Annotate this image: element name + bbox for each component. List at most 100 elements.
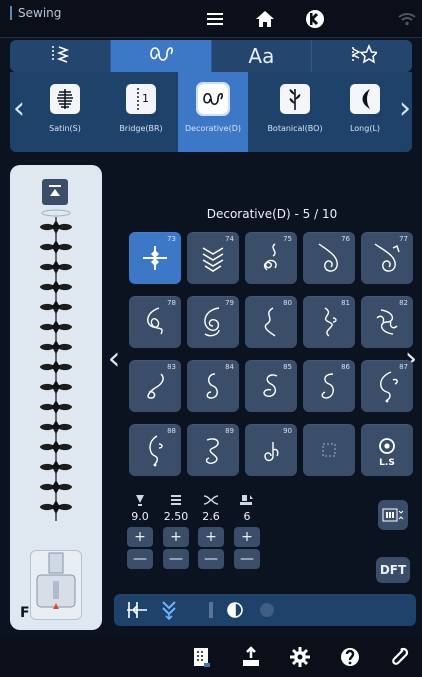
stitch-length-minus-button[interactable]: —	[163, 549, 189, 569]
pattern-tile-79[interactable]: 79	[187, 296, 239, 348]
bridge-stitch-icon: 1	[126, 84, 156, 114]
pattern-tile-empty	[303, 424, 355, 476]
stitch-77-icon	[374, 243, 400, 272]
pattern-tile-73[interactable]: 73	[129, 232, 181, 284]
stitch-preview-panel: F	[10, 165, 102, 630]
memory-icon	[260, 603, 274, 617]
tension-minus-button[interactable]: —	[198, 549, 224, 569]
category-botanical[interactable]: Botanical(BO)	[260, 84, 330, 144]
category-satin-label: Satin(S)	[49, 124, 81, 133]
presser-foot-pressure-minus-button[interactable]: —	[234, 549, 260, 569]
stitch-89-icon	[205, 438, 219, 465]
stitch-84-icon	[206, 373, 218, 399]
elongation-icon	[209, 602, 213, 618]
presser-foot-pressure-control: 6 + —	[232, 492, 262, 582]
stitch-86-icon	[321, 373, 334, 399]
stitch-memory-button[interactable]	[378, 500, 408, 530]
stitch-preview	[10, 165, 102, 545]
satin-stitch-icon	[50, 84, 80, 114]
stitch-length-value: 2.50	[163, 510, 189, 523]
pattern-tile-87[interactable]: 87	[361, 360, 413, 412]
stitch-82-icon	[376, 309, 398, 335]
category-next-arrow-icon[interactable]: ›	[398, 94, 412, 126]
category-long[interactable]: Long(L)	[330, 84, 400, 144]
alphabet-tab-label: Aa	[248, 44, 275, 68]
stitch-88-icon	[149, 435, 163, 467]
stitch-76-icon	[318, 243, 338, 272]
stitch-83-icon	[147, 373, 164, 399]
stitch-90-icon	[264, 442, 279, 462]
memory-tool	[252, 598, 282, 622]
pattern-tile-76[interactable]: 76	[303, 232, 355, 284]
mode-tabs: Aa	[10, 40, 412, 72]
home-icon[interactable]	[250, 4, 280, 34]
top-bar: Sewing	[0, 0, 422, 38]
stitch-78-icon	[147, 307, 163, 335]
mirror-vertical-icon	[162, 601, 176, 620]
pattern-tile-84[interactable]: 84	[187, 360, 239, 412]
pattern-tile-90[interactable]: 90	[245, 424, 297, 476]
stitch-width-minus-button[interactable]: —	[127, 549, 153, 569]
help-icon[interactable]	[335, 643, 365, 671]
pattern-tile-78[interactable]: 78	[129, 296, 181, 348]
tension-icon	[202, 492, 220, 508]
category-prev-arrow-icon[interactable]: ‹	[12, 94, 26, 126]
category-decorative[interactable]: Decorative(D)	[178, 72, 248, 152]
back-icon[interactable]	[300, 4, 330, 34]
mirror-horizontal-tool[interactable]	[122, 598, 152, 622]
stitch-pattern-preview-icon	[40, 209, 72, 521]
decorative-stitches-tab[interactable]	[110, 40, 212, 72]
sewing-mode-icon[interactable]	[186, 643, 216, 671]
upload-icon[interactable]	[236, 643, 266, 671]
favorites-tab[interactable]	[312, 40, 412, 72]
presser-foot-image-icon	[30, 550, 82, 620]
stitch-80-icon	[264, 307, 276, 337]
stitch-74-icon	[202, 247, 224, 272]
category-long-label: Long(L)	[349, 124, 381, 133]
stitch-81-icon	[324, 307, 337, 337]
category-bridge[interactable]: 1 Bridge(BR)	[106, 84, 176, 144]
mirror-toggle-icon	[227, 602, 243, 618]
pattern-tile-88[interactable]: 88	[129, 424, 181, 476]
pattern-tile-82[interactable]: 82	[361, 296, 413, 348]
category-botanical-label: Botanical(BO)	[267, 124, 323, 133]
svg-text:1: 1	[142, 92, 149, 105]
presser-foot-pressure-plus-button[interactable]: +	[234, 527, 260, 547]
pattern-tile-85[interactable]: 85	[245, 360, 297, 412]
stitch-73-icon	[143, 246, 167, 270]
ls-label: L.S	[379, 458, 395, 468]
wifi-icon	[392, 4, 422, 34]
pattern-tile-86[interactable]: 86	[303, 360, 355, 412]
default-settings-button[interactable]: DFT	[376, 557, 410, 583]
pattern-tile-74[interactable]: 74	[187, 232, 239, 284]
stitch-length-plus-button[interactable]: +	[163, 527, 189, 547]
stitch-width-value: 9.0	[131, 510, 149, 523]
maintenance-wrench-icon[interactable]	[385, 643, 415, 671]
pattern-tile-89[interactable]: 89	[187, 424, 239, 476]
stitch-memory-icon	[382, 508, 404, 522]
pattern-tile-83[interactable]: 83	[129, 360, 181, 412]
stitch-length-icon	[168, 492, 184, 508]
presser-foot-pressure-value: 6	[243, 510, 251, 523]
alphabet-tab[interactable]: Aa	[212, 40, 313, 72]
pattern-tile-81[interactable]: 81	[303, 296, 355, 348]
mirror-horizontal-icon	[127, 602, 147, 618]
ls-button[interactable]: L.S	[361, 424, 413, 476]
settings-icon[interactable]	[285, 643, 315, 671]
tension-control: 2.6 + —	[196, 492, 226, 582]
pattern-tile-80[interactable]: 80	[245, 296, 297, 348]
presser-foot-pressure-icon	[238, 492, 256, 508]
mirror-vertical-tool[interactable]	[154, 598, 184, 622]
decorative-stitch-icon	[147, 44, 175, 69]
pattern-prev-page-arrow-icon[interactable]: ‹	[107, 340, 121, 380]
category-satin[interactable]: Satin(S)	[30, 84, 100, 144]
stitch-width-plus-button[interactable]: +	[127, 527, 153, 547]
utility-stitches-tab[interactable]	[10, 40, 111, 72]
tension-plus-button[interactable]: +	[198, 527, 224, 547]
mirror-toggle-tool[interactable]	[220, 598, 250, 622]
stitch-width-control: 9.0 + —	[125, 492, 155, 582]
stitch-tools-bar	[114, 594, 416, 626]
menu-icon[interactable]	[200, 4, 230, 34]
pattern-tile-75[interactable]: 75	[245, 232, 297, 284]
pattern-tile-77[interactable]: 77	[361, 232, 413, 284]
